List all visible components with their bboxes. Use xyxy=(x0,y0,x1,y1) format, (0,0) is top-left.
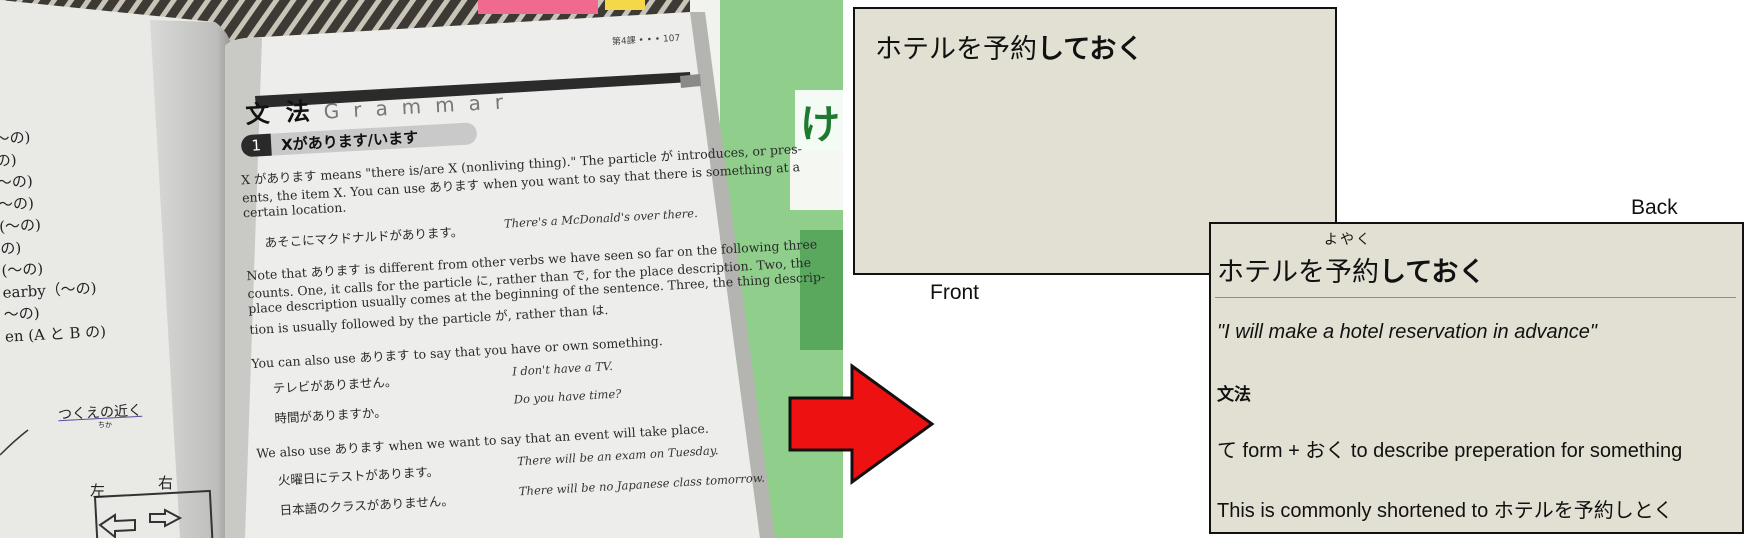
right-arrow-icon xyxy=(788,363,935,485)
flashcard-back: よやく ホテルを予約しておく "I will make a hotel rese… xyxy=(1209,222,1744,534)
section-number: 1 xyxy=(240,133,272,158)
term-bold: しておく xyxy=(1379,257,1486,288)
term-plain: ホテルを予約 xyxy=(875,34,1037,65)
card-meaning: "I will make a hotel reservation in adva… xyxy=(1217,321,1597,343)
card-term: ホテルを予約しておく xyxy=(875,27,1143,66)
tsukue-furigana: ちか xyxy=(98,421,112,429)
textbook-photo: ～の) の) ～の) ～の) (～の) の) (～の) earby（～の) ～の… xyxy=(0,0,843,538)
hidari-label: 左 xyxy=(90,482,106,500)
card-section-label: 文法 xyxy=(1217,385,1251,405)
back-label: Back xyxy=(1631,196,1678,219)
card-term: ホテルを予約しておく xyxy=(1217,250,1485,289)
card-grammar-rule: て form + おく to describe preperation for … xyxy=(1217,440,1683,462)
front-label: Front xyxy=(930,281,980,304)
card-note: This is commonly shortened to ホテルを予約しとく xyxy=(1217,500,1674,522)
term-plain: ホテルを予約 xyxy=(1217,257,1379,288)
migi-label: 右 xyxy=(158,474,174,492)
card-divider xyxy=(1215,297,1736,298)
term-bold: しておく xyxy=(1037,34,1144,65)
left-page-list: ～の) の) ～の) ～の) (～の) の) (～の) earby（～の) ～の… xyxy=(0,123,107,348)
card-furigana: よやく xyxy=(1324,232,1372,248)
cover-title: け GEN xyxy=(800,102,843,148)
bunpo-title: 文 法 xyxy=(244,97,315,129)
